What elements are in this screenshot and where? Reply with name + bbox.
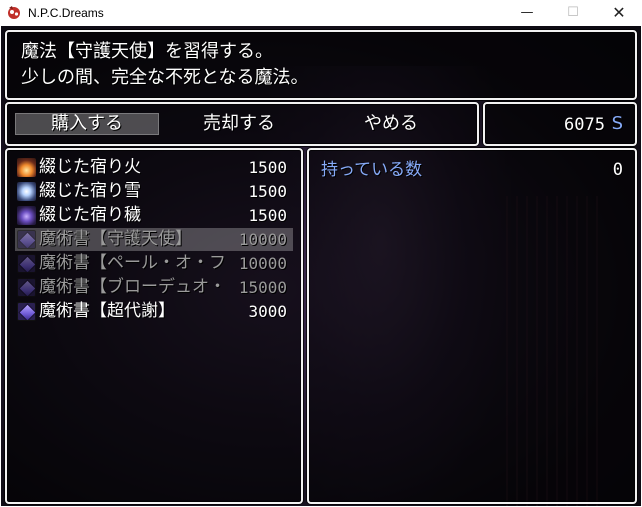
list-item[interactable]: 綴じた宿り穢 1500: [15, 204, 293, 227]
item-price: 1500: [248, 182, 287, 201]
item-name: 綴じた宿り雪: [39, 181, 141, 201]
item-status-window: 持っている数 0: [307, 148, 637, 504]
help-window: 魔法【守護天使】を習得する。 少しの間、完全な不死となる魔法。: [5, 30, 637, 100]
title-bar: N.P.C.Dreams — ☐ ✕: [0, 0, 642, 26]
help-text-line-1: 魔法【守護天使】を習得する。: [21, 41, 273, 62]
fire-crystal-icon: [17, 158, 36, 177]
item-price: 1500: [248, 206, 287, 225]
item-price: 10000: [238, 230, 287, 249]
currency-unit: S: [611, 113, 623, 134]
sell-command[interactable]: 売却する: [167, 113, 311, 135]
list-item[interactable]: 綴じた宿り火 1500: [15, 156, 293, 179]
item-name: 綴じた宿り火: [39, 157, 141, 177]
gold-window: 6075 S: [483, 102, 637, 146]
app-icon: [8, 6, 20, 19]
list-item[interactable]: 魔術書【ペール・オ・フェ 10000: [15, 252, 293, 275]
shop-command-window: 購入する 売却する やめる: [5, 102, 479, 146]
item-name: 魔術書【ペール・オ・フェ: [39, 253, 227, 273]
item-name: 綴じた宿り穢: [39, 205, 141, 225]
item-price: 10000: [238, 254, 287, 273]
list-item[interactable]: 魔術書【ブローデュオ・ア 15000: [15, 276, 293, 299]
spellbook-icon: [17, 278, 36, 297]
cancel-command[interactable]: やめる: [319, 113, 463, 135]
gold-amount: 6075: [564, 115, 605, 135]
help-text-line-2: 少しの間、完全な不死となる魔法。: [21, 67, 309, 88]
close-button[interactable]: ✕: [596, 0, 642, 26]
spellbook-icon: [17, 302, 36, 321]
item-name: 魔術書【超代謝】: [39, 301, 175, 321]
item-name: 魔術書【ブローデュオ・ア: [39, 277, 227, 297]
list-item-selected[interactable]: 魔術書【守護天使】 10000: [15, 228, 293, 251]
game-screen[interactable]: 魔法【守護天使】を習得する。 少しの間、完全な不死となる魔法。 購入する 売却す…: [1, 26, 641, 506]
item-name: 魔術書【守護天使】: [39, 229, 192, 249]
snow-crystal-icon: [17, 182, 36, 201]
minimize-button[interactable]: —: [504, 0, 550, 26]
item-price: 1500: [248, 158, 287, 177]
item-price: 3000: [248, 302, 287, 321]
dark-crystal-icon: [17, 206, 36, 225]
maximize-button[interactable]: ☐: [550, 0, 596, 26]
spellbook-icon: [17, 254, 36, 273]
list-item[interactable]: 魔術書【超代謝】 3000: [15, 300, 293, 323]
list-item[interactable]: 綴じた宿り雪 1500: [15, 180, 293, 203]
possession-label: 持っている数: [321, 160, 423, 180]
possession-count: 0: [612, 160, 623, 180]
window-title: N.P.C.Dreams: [28, 6, 104, 20]
item-price: 15000: [238, 278, 287, 297]
buy-command[interactable]: 購入する: [15, 113, 159, 135]
shop-item-list: 綴じた宿り火 1500 綴じた宿り雪 1500 綴じた宿り穢 1500 魔術書【…: [5, 148, 303, 504]
spellbook-icon: [17, 230, 36, 249]
